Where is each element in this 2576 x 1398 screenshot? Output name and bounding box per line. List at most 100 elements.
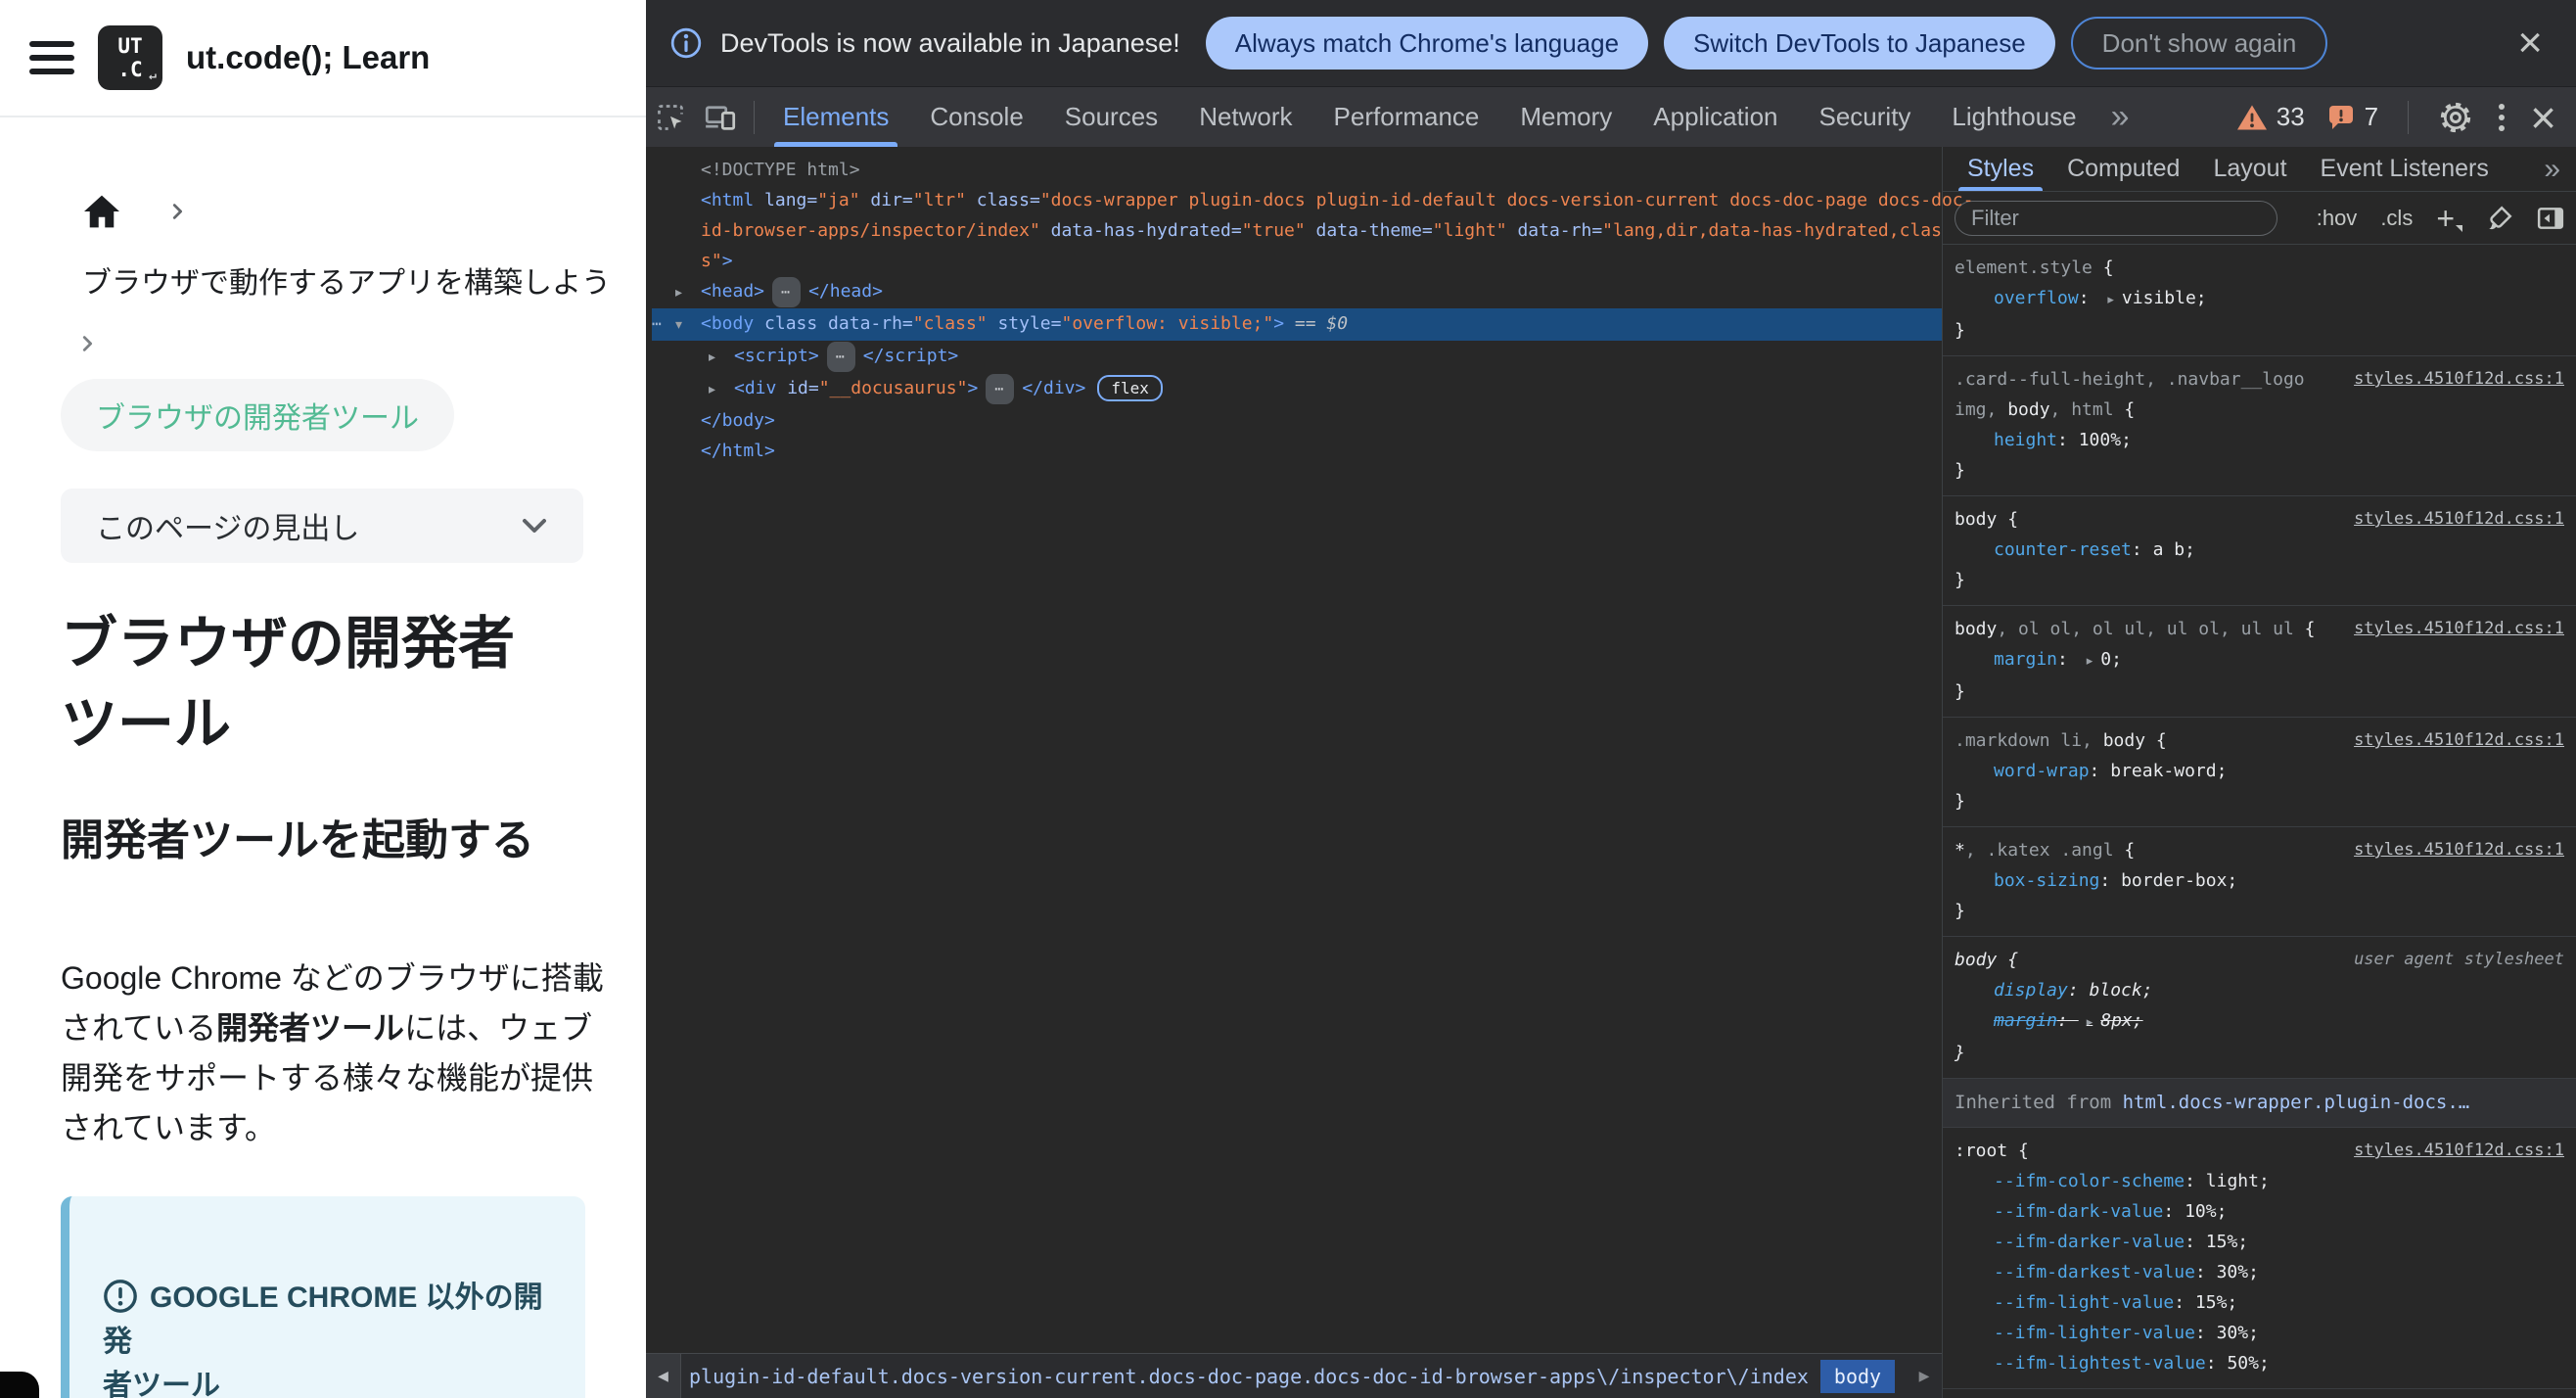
tab-console[interactable]: Console [909,87,1043,147]
css-property[interactable]: --ifm-lighter-value: 30%; [1955,1318,2564,1348]
device-toolbar-icon[interactable] [695,87,746,147]
dom-tree-row[interactable]: id-browser-apps/inspector/index" data-ha… [652,215,1942,246]
css-property[interactable]: --ifm-light-value: 15%; [1955,1287,2564,1318]
css-property[interactable]: margin: ▸ 0; [1955,644,2564,676]
tree-disclosure-arrow[interactable]: ▸ [675,278,701,308]
expand-node-icon[interactable]: ⋯ [826,342,855,372]
breadcrumb [82,194,646,229]
dom-tree-row[interactable]: s"> [652,246,1942,276]
css-property[interactable]: --ifm-color-scheme: light; [1955,1166,2564,1196]
toc-collapsible[interactable]: このページの見出し [61,489,583,563]
inspect-element-icon[interactable] [646,87,695,147]
tree-disclosure-arrow[interactable]: ▸ [709,375,734,405]
inherited-from-row: Inherited from html.docs-wrapper.plugin-… [1943,1079,2576,1128]
tab-lighthouse[interactable]: Lighthouse [1931,87,2096,147]
dom-tree-row[interactable]: </body> [652,405,1942,436]
dom-tree-row[interactable]: <html lang="ja" dir="ltr" class="docs-wr… [652,185,1973,215]
tree-disclosure-arrow[interactable]: ▾ [675,310,701,341]
dom-breadcrumb-path[interactable]: plugin-id-default.docs-version-current.d… [681,1365,1817,1388]
infobar-button[interactable]: Switch DevTools to Japanese [1664,17,2055,70]
dom-tree: <!DOCTYPE html> <html lang="ja" dir="ltr"… [646,147,1973,466]
tab-network[interactable]: Network [1178,87,1312,147]
css-property[interactable]: --ifm-lightest-value: 50%; [1955,1348,2564,1378]
expand-node-icon[interactable]: ⋯ [986,374,1015,404]
styles-tab-event-listeners[interactable]: Event Listeners [2304,147,2506,191]
warnings-badge[interactable]: 33 [2236,102,2305,132]
toggle-class-button[interactable]: .cls [2380,206,2413,231]
page-title: ブラウザの開発者 ツール [61,612,516,757]
css-property[interactable]: display: block; [1955,975,2564,1005]
css-property[interactable]: box-sizing: border-box; [1955,865,2564,896]
panel-toggle-icon[interactable] [2537,205,2564,232]
dom-tree-row[interactable]: ▸ <head> ⋯ </head> [652,276,1942,308]
site-title[interactable]: ut.code(); Learn [186,39,430,76]
issues-badge[interactable]: 7 [2326,102,2378,132]
css-property[interactable]: overflow: ▸ visible; [1955,283,2564,315]
tab-application[interactable]: Application [1633,87,1798,147]
kebab-menu-icon[interactable] [2495,103,2508,131]
styles-filter-row: :hov .cls + [1943,192,2576,245]
tab-memory[interactable]: Memory [1499,87,1633,147]
inherited-node-link[interactable]: html.docs-wrapper.plugin-docs.… [2123,1092,2470,1113]
infobar-button[interactable]: Don't show again [2070,17,2328,70]
new-style-rule-button[interactable]: + [2436,203,2462,234]
css-property[interactable]: --ifm-darker-value: 15%; [1955,1227,2564,1257]
home-icon[interactable] [82,194,121,229]
gear-icon[interactable] [2438,100,2473,135]
flex-badge[interactable]: flex [1097,375,1163,401]
css-property[interactable]: height: 100%; [1955,425,2564,455]
alert-icon [104,1280,137,1314]
styles-tab-layout[interactable]: Layout [2196,147,2303,191]
admonition-title: GOOGLE CHROME 以外の開発 者ツール [103,1232,548,1398]
stylesheet-source-link[interactable]: styles.4510f12d.css:1 [2354,1136,2564,1166]
hamburger-menu-icon[interactable] [29,41,74,74]
chevron-right-icon [172,204,183,219]
breadcrumb-prev-button[interactable]: ◀ [646,1354,681,1398]
brush-icon[interactable] [2486,205,2513,232]
site-logo[interactable]: UT .C ↵ [98,25,162,90]
info-icon [670,27,702,59]
dom-tree-row[interactable]: ▸ <script> ⋯ </script> [652,341,1942,373]
breadcrumb-section-link[interactable]: ブラウザで動作するアプリを構築しよう [82,258,640,302]
styles-more-tabs-icon[interactable]: » [2536,147,2568,191]
dom-breadcrumb-selected[interactable]: body [1819,1359,1896,1393]
warning-icon [2236,105,2267,129]
css-property[interactable]: word-wrap: break-word; [1955,756,2564,786]
more-tabs-icon[interactable]: » [2097,87,2143,147]
docs-site-pane: UT .C ↵ ut.code(); Learn ブラウザで動作するアプリを構築… [0,0,646,1398]
tab-sources[interactable]: Sources [1044,87,1178,147]
dom-tree-row[interactable]: ⋯ ▾ <body class data-rh="class" style="ove… [652,308,1942,341]
css-rule: styles.4510f12d.css:1 .markdown li, body … [1943,718,2576,827]
tab-security[interactable]: Security [1799,87,1932,147]
corner-toast[interactable] [0,1372,39,1398]
css-property[interactable]: counter-reset: a b; [1955,535,2564,565]
dom-tree-row[interactable]: </html> [652,436,1942,466]
stylesheet-source-link[interactable]: styles.4510f12d.css:1 [2354,504,2564,535]
css-rule: styles.4510f12d.css:1 .card--full-height,… [1943,356,2576,496]
toggle-hover-state-button[interactable]: :hov [2317,206,2358,231]
dom-tree-row[interactable]: <!DOCTYPE html> [652,155,1942,185]
devtools-close-icon[interactable]: × [2530,95,2556,140]
css-property[interactable]: margin: ▸ 8px; [1955,1005,2564,1038]
tree-disclosure-arrow[interactable]: ▸ [709,343,734,373]
styles-tab-computed[interactable]: Computed [2050,147,2196,191]
tab-performance[interactable]: Performance [1313,87,1500,147]
tab-elements[interactable]: Elements [762,87,909,147]
infobar-button[interactable]: Always match Chrome's language [1205,17,1649,70]
stylesheet-source-link[interactable]: styles.4510f12d.css:1 [2354,364,2564,395]
elements-panel: <!DOCTYPE html> <html lang="ja" dir="ltr"… [646,147,1973,1398]
stylesheet-origin-label: user agent stylesheet [2354,950,2564,969]
breadcrumb-next-button[interactable]: ▶ [1907,1354,1942,1398]
css-property[interactable]: --ifm-darkest-value: 30%; [1955,1257,2564,1287]
stylesheet-source-link[interactable]: styles.4510f12d.css:1 [2354,614,2564,644]
styles-filter-input[interactable] [1955,200,2277,236]
css-property[interactable]: --ifm-dark-value: 10%; [1955,1196,2564,1227]
styles-tabs: Styles Computed Layout Event Listeners » [1943,147,2576,192]
devtools-panel: DevTools is now available in Japanese! A… [646,0,2576,1398]
stylesheet-source-link[interactable]: styles.4510f12d.css:1 [2354,725,2564,756]
dom-tree-row[interactable]: ▸ <div id="__docusaurus"> ⋯ </div> flex [652,373,1942,405]
expand-node-icon[interactable]: ⋯ [772,277,802,307]
infobar-close-icon[interactable]: × [2507,22,2553,65]
styles-tab-styles[interactable]: Styles [1951,147,2050,191]
stylesheet-source-link[interactable]: styles.4510f12d.css:1 [2354,835,2564,865]
